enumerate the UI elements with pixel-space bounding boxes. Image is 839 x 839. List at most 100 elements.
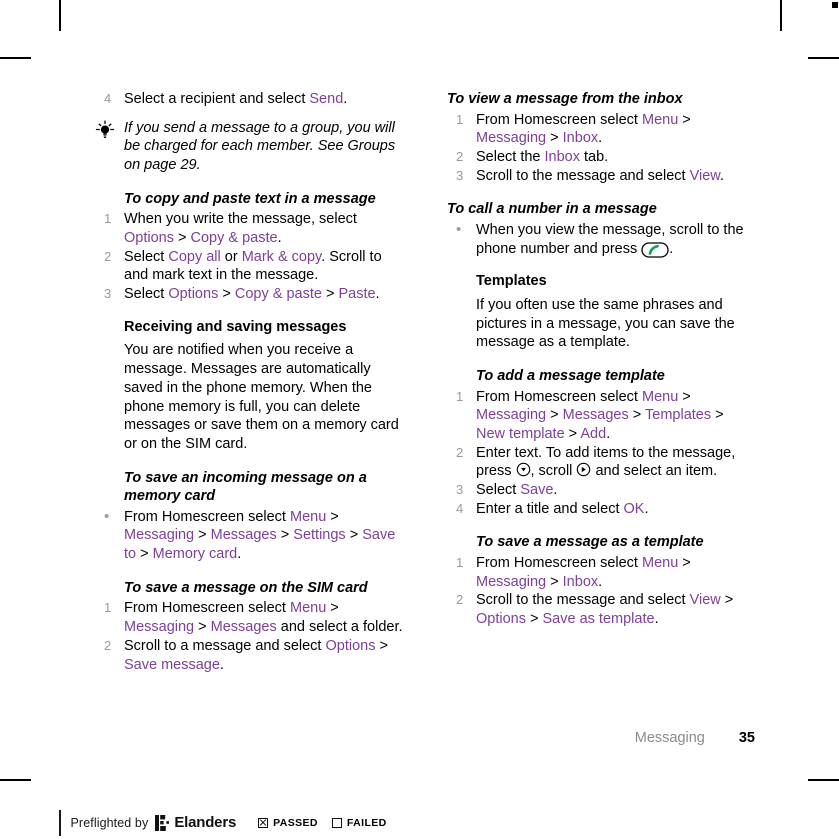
ui-element-reference: Copy & paste: [190, 230, 278, 247]
section-heading-save-memory-card: To save an incoming message on a memory …: [124, 469, 367, 505]
preflight-status-group: PASSED FAILED: [258, 817, 401, 829]
step-text: Select Copy all or Mark & copy. Scroll t…: [124, 248, 382, 284]
send-steps-list: 4 Select a recipient and select Send.: [95, 90, 403, 109]
preflight-bar: Preflighted by Elanders PASSED FAILED: [59, 806, 401, 839]
right-column: To view a message from the inbox 1 From H…: [447, 90, 755, 674]
list-item: 1 When you write the message, select Opti…: [95, 210, 403, 247]
save-as-template-steps-list: 1 From Homescreen select Menu > Messaging…: [447, 554, 755, 629]
section-heading-save-sim-card: To save a message on the SIM card: [124, 579, 368, 596]
crop-mark-bottom-right-horizontal: [808, 779, 839, 781]
list-item: 3 Select Options > Copy & paste > Paste.: [95, 285, 403, 304]
left-column: 4 Select a recipient and select Send. If…: [95, 90, 403, 674]
step-marker: 3: [456, 167, 464, 183]
ui-element-reference: Copy all: [168, 248, 221, 265]
step-marker: 4: [456, 500, 464, 516]
step-marker: 3: [456, 482, 464, 498]
list-item: 4 Enter a title and select OK.: [447, 500, 755, 519]
ui-element-reference: Inbox: [562, 130, 599, 147]
step-text: When you view the message, scroll to the…: [476, 221, 744, 258]
list-item: 2 Scroll to a message and select Options …: [95, 637, 403, 674]
step-text: Scroll to the message and select View.: [476, 167, 724, 184]
section-heading-templates: Templates: [476, 273, 547, 290]
list-item: • When you view the message, scroll to th…: [447, 221, 755, 258]
ui-element-reference: Settings: [293, 527, 346, 544]
ui-element-reference: New template: [476, 425, 565, 442]
step-marker: 2: [456, 592, 464, 608]
add-template-steps-list: 1 From Homescreen select Menu > Messaging…: [447, 388, 755, 519]
ui-element-reference: Menu: [642, 388, 679, 405]
list-item: 1 From Homescreen select Menu > Messaging…: [447, 554, 755, 591]
step-marker: •: [104, 507, 110, 525]
ui-element-reference: Options: [325, 637, 376, 654]
ui-element-reference: Send: [309, 91, 344, 107]
step-marker: 1: [456, 388, 464, 404]
ui-element-reference: Memory card: [152, 546, 238, 563]
ui-element-reference: Save message: [124, 656, 220, 673]
list-item: 4 Select a recipient and select Send.: [95, 90, 403, 109]
ui-element-reference: Save: [520, 482, 554, 499]
step-text: Enter text. To add items to the message,…: [476, 444, 736, 480]
ui-element-reference: Messaging: [476, 573, 547, 590]
ui-element-reference: View: [689, 167, 720, 184]
step-marker: 1: [104, 211, 112, 227]
step-marker: 1: [104, 600, 112, 616]
ui-element-reference: Paste: [338, 286, 376, 303]
templates-body-text: If you often use the same phrases and pi…: [476, 296, 735, 351]
call-key-icon: [641, 241, 669, 258]
ui-element-reference: Menu: [290, 508, 327, 525]
step-marker: 1: [456, 554, 464, 570]
preflight-brand-name: Elanders: [174, 814, 237, 831]
step-text: Select Options > Copy & paste > Paste.: [124, 286, 380, 303]
step-marker: •: [456, 220, 462, 238]
section-heading-call-number: To call a number in a message: [447, 201, 657, 218]
section-heading-save-as-template: To save a message as a template: [476, 534, 704, 551]
ui-element-reference: Inbox: [562, 573, 599, 590]
ui-element-reference: Options: [168, 286, 219, 303]
elanders-logo-icon: [155, 814, 170, 831]
step-marker: 2: [456, 148, 464, 164]
preflight-divider: [59, 809, 61, 836]
step-text: Select a recipient and select Send.: [124, 91, 348, 107]
step-marker: 2: [456, 444, 464, 460]
save-sim-card-steps-list: 1 From Homescreen select Menu > Messaging…: [95, 599, 403, 674]
preflight-failed-item: FAILED: [331, 817, 387, 829]
list-item: 2 Scroll to the message and select View >…: [447, 591, 755, 628]
preflight-label: Preflighted by: [70, 815, 149, 830]
ui-element-reference: Templates: [645, 407, 712, 424]
footer-chapter-name: Messaging: [634, 730, 705, 746]
ui-element-reference: View: [689, 592, 721, 609]
ui-element-reference: Messages: [210, 527, 277, 544]
list-item: 2 Select Copy all or Mark & copy. Scroll …: [95, 248, 403, 285]
list-item: 2 Select the Inbox tab.: [447, 148, 755, 167]
receiving-body-text: You are notified when you receive a mess…: [124, 342, 399, 452]
step-marker: 2: [104, 637, 112, 653]
step-text: From Homescreen select Menu > Messaging …: [476, 111, 691, 147]
ui-element-reference: Messaging: [476, 130, 547, 147]
ui-element-reference: Messages: [562, 407, 629, 424]
step-text: Scroll to the message and select View > …: [476, 592, 734, 628]
ui-element-reference: Menu: [642, 554, 679, 571]
ui-element-reference: OK: [623, 500, 645, 517]
nav-right-icon: [576, 462, 591, 477]
ui-element-reference: Messaging: [124, 527, 195, 544]
ui-element-reference: Mark & copy: [241, 248, 322, 265]
section-heading-add-template: To add a message template: [476, 367, 665, 384]
ui-element-reference: Messaging: [124, 619, 195, 636]
list-item: 3 Select Save.: [447, 481, 755, 500]
footer-page-number: 35: [738, 730, 755, 746]
copy-paste-steps-list: 1 When you write the message, select Opti…: [95, 210, 403, 304]
nav-down-icon: [516, 462, 531, 477]
manual-page: 4 Select a recipient and select Send. If…: [0, 0, 839, 779]
step-text: From Homescreen select Menu > Messaging …: [124, 600, 403, 636]
passed-checkbox-icon: [258, 817, 269, 828]
section-heading-view-inbox: To view a message from the inbox: [447, 91, 683, 107]
failed-checkbox-icon: [331, 817, 342, 828]
lightbulb-icon: [95, 119, 124, 175]
ui-element-reference: Add: [580, 425, 607, 442]
two-column-layout: 4 Select a recipient and select Send. If…: [95, 90, 755, 674]
step-marker: 2: [104, 248, 112, 264]
view-inbox-steps-list: 1 From Homescreen select Menu > Messaging…: [447, 111, 755, 186]
tip-note: If you send a message to a group, you wi…: [95, 119, 403, 175]
tip-text: If you send a message to a group, you wi…: [124, 119, 396, 174]
crop-mark-bottom-left-horizontal: [0, 779, 31, 781]
